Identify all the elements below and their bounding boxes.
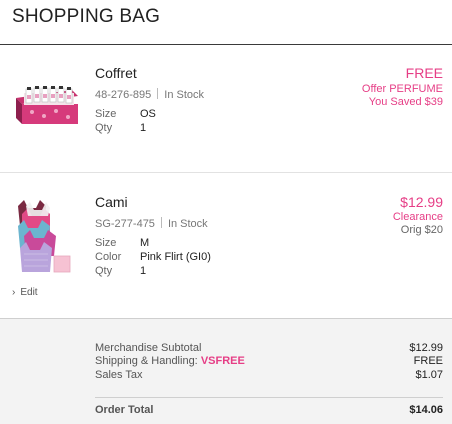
sales-tax-row: Sales Tax $1.07 [95, 369, 443, 381]
detail-label: Size [95, 237, 117, 249]
order-summary: Merchandise Subtotal $12.99 Shipping & H… [0, 319, 452, 424]
edit-label: Edit [20, 287, 38, 298]
page-title: SHOPPING BAG [12, 6, 161, 27]
detail-value: OS [140, 108, 156, 120]
item-sku: 48-276-895 [95, 89, 152, 101]
total-divider [95, 397, 443, 398]
clearance-label: Clearance [392, 211, 443, 223]
detail-label: Size [95, 108, 117, 120]
item-price: $12.99 [400, 194, 443, 210]
merchandise-subtotal-label: Merchandise Subtotal [95, 342, 202, 354]
sales-tax-label: Sales Tax [95, 369, 143, 381]
order-total-label: Order Total [95, 404, 154, 416]
item-price: FREE [405, 65, 443, 81]
stock-status: In Stock [164, 89, 205, 101]
edit-link[interactable]: › Edit [12, 287, 38, 298]
sales-tax-value: $1.07 [415, 369, 443, 381]
item-detail-qty: Qty 1 [95, 122, 146, 134]
shipping-value: FREE [413, 355, 443, 367]
order-total-row: Order Total $14.06 [95, 404, 443, 416]
detail-value: 1 [140, 122, 147, 134]
order-total-value: $14.06 [409, 404, 443, 416]
separator [160, 217, 162, 228]
product-image-cami[interactable] [14, 196, 74, 278]
promo-code: VSFREE [200, 355, 245, 367]
detail-label: Qty [95, 265, 113, 277]
product-image-coffret[interactable] [12, 86, 82, 126]
item-detail-size: Size OS [95, 108, 156, 120]
item-name[interactable]: Cami [95, 194, 128, 210]
original-price: Orig $20 [400, 224, 443, 236]
item-sku-line: 48-276-895 In Stock [95, 88, 204, 101]
savings-note: You Saved $39 [368, 96, 443, 108]
detail-value: 1 [140, 265, 147, 277]
item-name[interactable]: Coffret [95, 65, 137, 81]
item-sku-line: SG-277-475 In Stock [95, 217, 208, 230]
item-sku: SG-277-475 [95, 218, 155, 230]
item-detail-qty: Qty 1 [95, 265, 146, 277]
merchandise-subtotal-row: Merchandise Subtotal $12.99 [95, 342, 443, 354]
item-detail-size: Size M [95, 237, 149, 249]
detail-value: Pink Flirt (GI0) [140, 251, 211, 263]
detail-label: Color [95, 251, 122, 263]
item-divider [0, 172, 452, 173]
merchandise-subtotal-value: $12.99 [409, 342, 443, 354]
separator [157, 88, 159, 99]
shipping-row: Shipping & Handling: VSFREE FREE [95, 355, 443, 367]
header-divider [0, 44, 452, 45]
chevron-right-icon: › [12, 287, 16, 298]
detail-label: Qty [95, 122, 113, 134]
shipping-label: Shipping & Handling: [95, 355, 198, 367]
detail-value: M [140, 237, 150, 249]
stock-status: In Stock [167, 218, 208, 230]
offer-code: Offer PERFUME [361, 83, 443, 95]
item-detail-color: Color Pink Flirt (GI0) [95, 251, 211, 263]
